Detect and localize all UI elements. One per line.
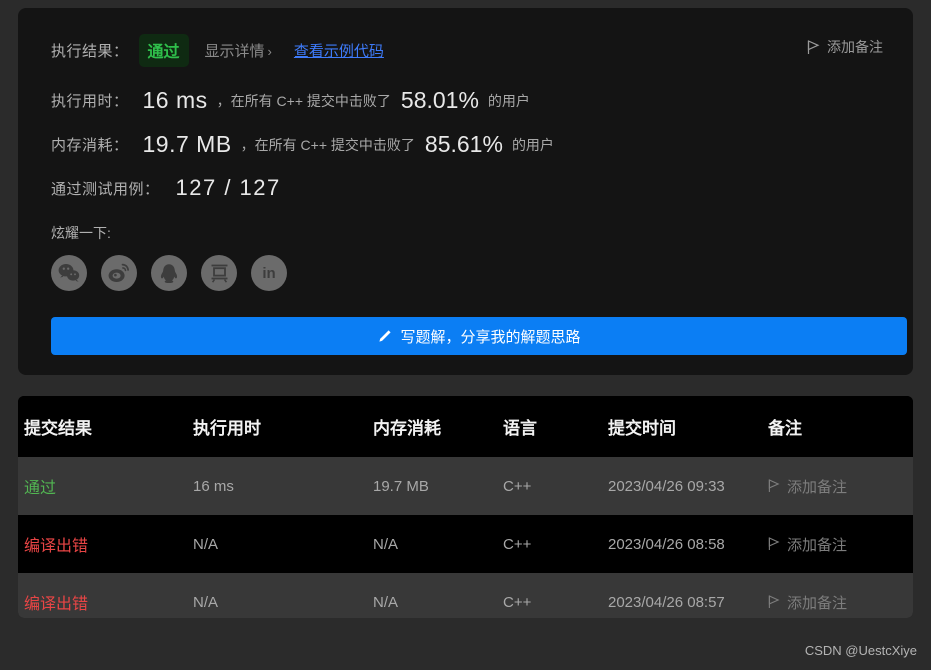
submission-status-link[interactable]: 编译出错 xyxy=(24,596,88,613)
linkedin-icon: in xyxy=(262,264,276,282)
runtime-label: 执行用时： xyxy=(51,93,129,110)
memory-suffix: 的用户 xyxy=(511,136,554,153)
douban-icon xyxy=(209,263,230,283)
testcases-label: 通过测试用例： xyxy=(51,180,160,198)
runtime-line: 执行用时： 16 ms ，在所有 C++ 提交中击败了 58.01% 的用户 xyxy=(51,87,883,114)
cell-language: C++ xyxy=(503,477,532,495)
status-line: 执行结果： 通过 显示详情 › 查看示例代码 添加备注 xyxy=(51,34,883,67)
testcases-line: 通过测试用例： 127 / 127 xyxy=(51,175,883,201)
watermark: CSDN @UestcXiye xyxy=(804,643,917,658)
column-header-result[interactable]: 提交结果 xyxy=(18,396,193,457)
cell-note: 添加备注 xyxy=(768,515,913,573)
cell-result: 编译出错 xyxy=(18,573,193,618)
cell-result: 通过 xyxy=(18,457,193,515)
write-solution-label: 写题解，分享我的解题思路 xyxy=(400,328,581,346)
add-note-label-row: 添加备注 xyxy=(787,594,848,612)
column-header-runtime[interactable]: 执行用时 xyxy=(193,396,373,457)
runtime-suffix: 的用户 xyxy=(487,92,530,109)
column-header-time[interactable]: 提交时间 xyxy=(608,396,768,457)
cell-note: 添加备注 xyxy=(768,573,913,618)
runtime-value: 16 ms xyxy=(142,87,208,113)
flag-icon xyxy=(807,39,820,55)
submissions-table-card: 提交结果 执行用时 内存消耗 语言 提交时间 备注 通过 16 ms 19.7 … xyxy=(18,396,913,618)
cell-runtime: N/A xyxy=(193,535,219,553)
chevron-right-icon: › xyxy=(267,44,272,59)
cell-language: C++ xyxy=(503,593,532,611)
cell-time: 2023/04/26 08:57 xyxy=(608,593,725,611)
testcases-value: 127 / 127 xyxy=(175,175,281,200)
submission-status-link[interactable]: 编译出错 xyxy=(24,538,88,555)
column-header-memory[interactable]: 内存消耗 xyxy=(373,396,503,457)
add-note-button-row[interactable]: 添加备注 xyxy=(768,534,913,555)
cell-time: 2023/04/26 08:58 xyxy=(608,535,725,553)
status-label: 执行结果： xyxy=(51,43,129,60)
status-badge: 通过 xyxy=(138,34,189,67)
add-note-button-row[interactable]: 添加备注 xyxy=(768,476,913,497)
view-sample-code-link[interactable]: 查看示例代码 xyxy=(294,40,384,61)
memory-percentile: 85.61% xyxy=(424,131,503,157)
flag-icon xyxy=(768,479,780,493)
submission-status-link[interactable]: 通过 xyxy=(24,480,56,497)
qq-share-button[interactable] xyxy=(151,255,187,291)
wechat-share-button[interactable] xyxy=(51,255,87,291)
flag-icon xyxy=(768,595,780,609)
cell-result: 编译出错 xyxy=(18,515,193,573)
qq-icon xyxy=(159,263,179,284)
share-icon-list: in xyxy=(51,255,883,291)
cell-runtime: N/A xyxy=(193,593,219,611)
pencil-icon xyxy=(377,329,392,344)
add-note-button-row[interactable]: 添加备注 xyxy=(768,592,913,613)
cell-language: C++ xyxy=(503,535,532,553)
memory-label: 内存消耗： xyxy=(51,137,129,154)
runtime-percentile: 58.01% xyxy=(400,87,479,113)
show-details-label: 显示详情 xyxy=(204,43,265,60)
write-solution-button[interactable]: 写题解，分享我的解题思路 xyxy=(51,317,907,355)
weibo-share-button[interactable] xyxy=(101,255,137,291)
cell-memory: N/A xyxy=(373,593,399,611)
add-note-label-top: 添加备注 xyxy=(827,39,883,55)
flag-icon xyxy=(768,537,780,551)
memory-mid-text: ，在所有 C++ 提交中击败了 xyxy=(240,136,415,153)
cell-memory: N/A xyxy=(373,535,399,553)
douban-share-button[interactable] xyxy=(201,255,237,291)
cell-time: 2023/04/26 09:33 xyxy=(608,477,725,495)
memory-line: 内存消耗： 19.7 MB ，在所有 C++ 提交中击败了 85.61% 的用户 xyxy=(51,131,883,158)
table-row[interactable]: 编译出错 N/A N/A C++ 2023/04/26 08:57 添加备注 xyxy=(18,573,913,618)
add-note-label-row: 添加备注 xyxy=(787,536,848,554)
runtime-mid-text: ，在所有 C++ 提交中击败了 xyxy=(216,92,391,109)
linkedin-share-button[interactable]: in xyxy=(251,255,287,291)
wechat-icon xyxy=(58,263,80,283)
table-header: 提交结果 执行用时 内存消耗 语言 提交时间 备注 xyxy=(18,396,913,457)
memory-value: 19.7 MB xyxy=(142,131,232,157)
cell-memory: 19.7 MB xyxy=(373,477,429,495)
execution-result-card: 执行结果： 通过 显示详情 › 查看示例代码 添加备注 执行用时： 16 ms ，… xyxy=(18,8,913,375)
add-note-button-top[interactable]: 添加备注 xyxy=(807,37,883,57)
table-row[interactable]: 通过 16 ms 19.7 MB C++ 2023/04/26 09:33 添加… xyxy=(18,457,913,515)
table-body: 通过 16 ms 19.7 MB C++ 2023/04/26 09:33 添加… xyxy=(18,457,913,618)
add-note-label-row: 添加备注 xyxy=(787,478,848,496)
table-header-row: 提交结果 执行用时 内存消耗 语言 提交时间 备注 xyxy=(18,396,913,457)
cell-runtime: 16 ms xyxy=(193,477,234,495)
cell-note: 添加备注 xyxy=(768,457,913,515)
submissions-table: 提交结果 执行用时 内存消耗 语言 提交时间 备注 通过 16 ms 19.7 … xyxy=(18,396,913,618)
column-header-language[interactable]: 语言 xyxy=(503,396,608,457)
share-label: 炫耀一下: xyxy=(51,225,111,241)
show-details-link[interactable]: 显示详情 › xyxy=(205,40,272,61)
table-row[interactable]: 编译出错 N/A N/A C++ 2023/04/26 08:58 添加备注 xyxy=(18,515,913,573)
column-header-note[interactable]: 备注 xyxy=(768,396,913,457)
weibo-icon xyxy=(108,263,130,283)
